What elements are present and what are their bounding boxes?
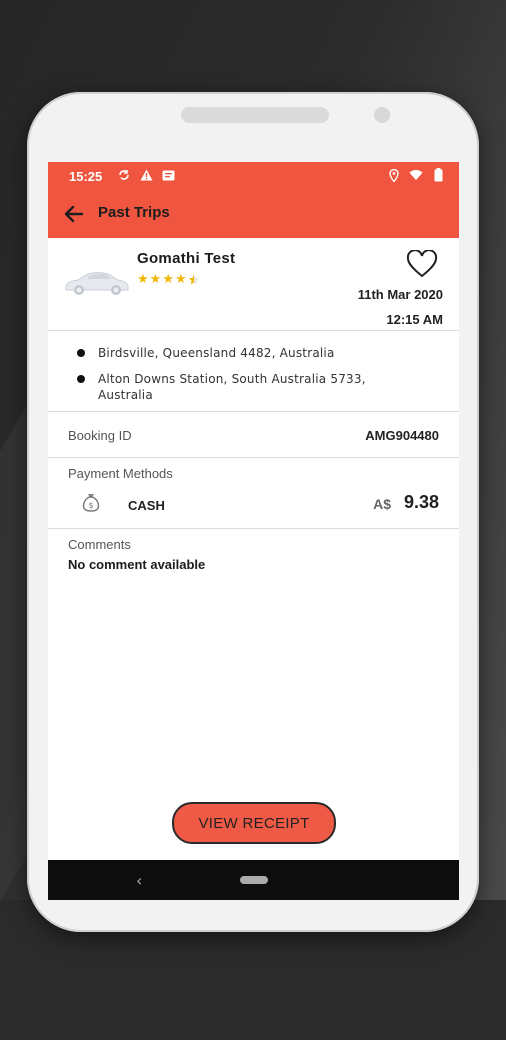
car-icon: [62, 270, 130, 296]
route-section: Birdsville, Queensland 4482, Australia A…: [48, 331, 459, 412]
payment-section: Payment Methods $ CASH A$ 9.38: [48, 458, 459, 529]
driver-rating: ★ ★ ★ ★: [137, 273, 200, 290]
star-icon: ★: [174, 272, 187, 287]
payment-methods-label: Payment Methods: [68, 466, 173, 481]
pickup-address: Birdsville, Queensland 4482, Australia: [98, 346, 335, 360]
nav-home-icon[interactable]: [240, 876, 268, 884]
app-screen: 15:25 Past Trips Gomathi Test ★ ★ ★ ★ 11…: [48, 162, 459, 900]
phone-camera: [374, 107, 390, 123]
warning-icon: [139, 167, 153, 183]
trip-date: 11th Mar 2020: [357, 287, 443, 302]
comments-section: Comments No comment available: [48, 529, 459, 589]
currency-symbol: A$: [373, 496, 391, 512]
half-star-icon: [188, 273, 200, 290]
money-bag-icon: $: [82, 492, 100, 512]
star-icon: ★: [137, 272, 149, 287]
battery-icon: [431, 167, 445, 183]
favorite-heart-icon[interactable]: [406, 249, 438, 278]
driver-name: Gomathi Test: [137, 250, 236, 267]
comments-label: Comments: [68, 537, 131, 552]
dropoff-address: Alton Downs Station, South Australia 573…: [98, 372, 366, 402]
phone-frame: 15:25 Past Trips Gomathi Test ★ ★ ★ ★ 11…: [27, 92, 479, 932]
booking-id-label: Booking ID: [68, 428, 132, 443]
comment-text: No comment available: [68, 557, 206, 572]
booking-id-value: AMG904480: [365, 428, 439, 443]
dropoff-location: Alton Downs Station, South Australia 573…: [77, 371, 398, 403]
wifi-icon: [409, 167, 423, 183]
sync-icon: [117, 167, 131, 183]
back-arrow-icon[interactable]: [62, 202, 86, 226]
app-bar: Past Trips: [48, 190, 459, 238]
nav-back-icon[interactable]: ‹: [136, 871, 142, 890]
star-icon: ★: [149, 272, 162, 287]
svg-text:$: $: [88, 501, 93, 510]
pickup-dot-icon: [77, 349, 85, 357]
status-bar: 15:25: [48, 162, 459, 190]
star-icon: ★: [162, 272, 174, 287]
payment-method: CASH: [128, 498, 165, 513]
phone-speaker: [181, 107, 329, 123]
dropoff-dot-icon: [77, 375, 85, 383]
status-time: 15:25: [69, 169, 103, 184]
location-icon: [387, 167, 401, 183]
page-title: Past Trips: [98, 204, 170, 221]
trip-time: 12:15 AM: [386, 312, 443, 327]
system-nav-bar: ‹: [48, 860, 459, 900]
driver-card: Gomathi Test ★ ★ ★ ★ 11th Mar 2020 12:15…: [48, 238, 459, 331]
message-icon: [161, 167, 175, 183]
pickup-location: Birdsville, Queensland 4482, Australia: [77, 345, 398, 361]
trip-details: Gomathi Test ★ ★ ★ ★ 11th Mar 2020 12:15…: [48, 238, 459, 589]
fare-amount: 9.38: [403, 492, 439, 512]
view-receipt-button[interactable]: VIEW RECEIPT: [172, 802, 336, 844]
booking-row: Booking ID AMG904480: [48, 412, 459, 458]
